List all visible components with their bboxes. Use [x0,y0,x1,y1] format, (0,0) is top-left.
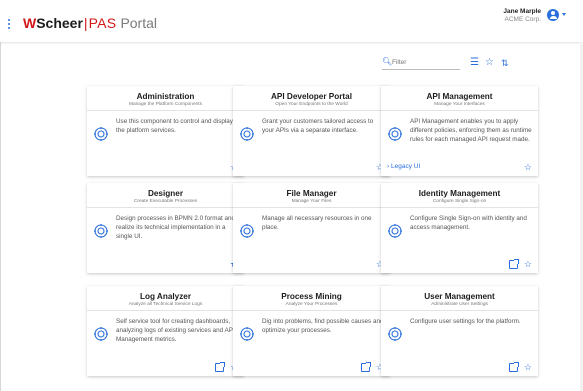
card-divider [233,310,390,311]
favorite-star-icon[interactable]: ☆ [524,259,532,269]
card-description: Dig into problems, find possible causes … [262,318,384,334]
log-search-icon [93,326,109,342]
card-subtitle: Administrate User Settings [431,302,488,307]
card-subtitle: Manage the Platform Components [128,102,203,107]
legacy-ui-link[interactable]: › Legacy UI [387,162,420,172]
app-card[interactable]: Process Mining Analyze Your Processes Dig … [233,286,390,376]
app-card[interactable]: API Management Manage Your Interfaces API … [381,86,538,176]
open-external-icon[interactable] [361,362,371,372]
card-description: API Management enables you to apply diff… [410,118,532,143]
card-description: Use this component to control and displa… [116,118,233,134]
app-header: WScheer|PAS Portal Jane Marple ACME Corp. [0,0,583,42]
card-title: Process Mining [281,292,342,301]
card-description: Self service tool for creating dashboard… [116,318,235,343]
card-divider [87,207,244,208]
app-card[interactable]: File Manager Manage Your Files Manage all … [233,183,390,273]
search-icon: 🔍︎ [382,57,393,66]
card-description: Configure user settings for the platform… [410,318,521,325]
card-title: Log Analyzer [139,292,192,301]
brand-name: Scheer [36,15,83,31]
portal-label: Portal [120,15,158,31]
card-divider [233,207,390,208]
avatar-icon[interactable] [547,9,559,21]
card-description: Design processes in BPMN 2.0 format and … [116,215,235,240]
app-card[interactable]: Log Analyzer Analyze all Technical Servic… [87,286,244,376]
logo-mark: W [23,15,37,31]
chevron-down-icon[interactable] [562,13,566,16]
gears-icon [93,126,109,142]
card-description: Manage all necessary resources in one pl… [262,215,372,231]
app-card[interactable]: API Developer Portal Open Your Endpoints … [233,86,390,176]
card-title: API Developer Portal [271,92,352,101]
card-title: Identity Management [418,189,501,198]
process-flow-icon [93,223,109,239]
card-subtitle: Open Your Endpoints to the World [275,102,348,107]
sort-icon[interactable]: ⇅ [501,57,509,69]
card-title: Designer [147,189,184,198]
app-card[interactable]: Designer Create Executable Processes Desig… [87,183,244,273]
card-divider [381,110,538,111]
user-org: ACME Corp. [504,16,541,23]
filter-input[interactable] [392,57,458,67]
legacy-ui-label: Legacy UI [390,163,421,170]
brand-separator: | [83,15,88,31]
file-upload-icon [239,223,255,239]
app-card[interactable]: Identity Management Configure Single Sign… [381,183,538,273]
identity-gears-icon [387,223,403,239]
user-info[interactable]: Jane Marple ACME Corp. [503,8,541,24]
chart-magnifier-icon [239,326,255,342]
card-divider [87,310,244,311]
favorites-filter-icon[interactable]: ☆ [485,57,494,69]
open-external-icon[interactable] [509,362,519,372]
brand-logo[interactable]: WScheer|PAS Portal [23,15,157,31]
open-external-icon[interactable] [509,259,519,269]
card-divider [381,207,538,208]
card-title: File Manager [286,189,337,198]
card-description: Grant your customers tailored access to … [262,118,374,134]
favorite-star-icon[interactable]: ☆ [524,162,532,172]
card-title: User Management [424,292,495,301]
card-divider [87,110,244,111]
card-subtitle: Create Executable Processes [133,199,198,204]
app-card[interactable]: Administration Manage the Platform Compon… [87,86,244,176]
app-card[interactable]: User Management Administrate User Setting… [381,286,538,376]
card-subtitle: Manage Your Files [291,199,332,204]
menu-icon[interactable] [8,19,12,31]
user-name: Jane Marple [503,8,541,15]
list-view-icon[interactable]: ☰ [470,57,479,69]
card-subtitle: Analyze all Technical Service Logs [128,302,203,307]
card-description: Configure Single Sign-on with identity a… [410,215,527,231]
open-external-icon[interactable] [215,362,225,372]
card-subtitle: Configure Single Sign-on [432,199,487,204]
policy-gears-icon [387,126,403,142]
card-subtitle: Manage Your Interfaces [434,102,485,107]
favorite-star-icon[interactable]: ☆ [524,362,532,372]
card-subtitle: Analyze Your Processes [285,302,338,307]
card-title: Administration [136,92,195,101]
users-icon [387,326,403,342]
filter-box[interactable]: 🔍︎ [382,57,460,70]
card-divider [233,110,390,111]
product-name: PAS [88,15,117,31]
code-gear-icon [239,126,255,142]
card-title: API Management [426,92,493,101]
card-divider [381,310,538,311]
